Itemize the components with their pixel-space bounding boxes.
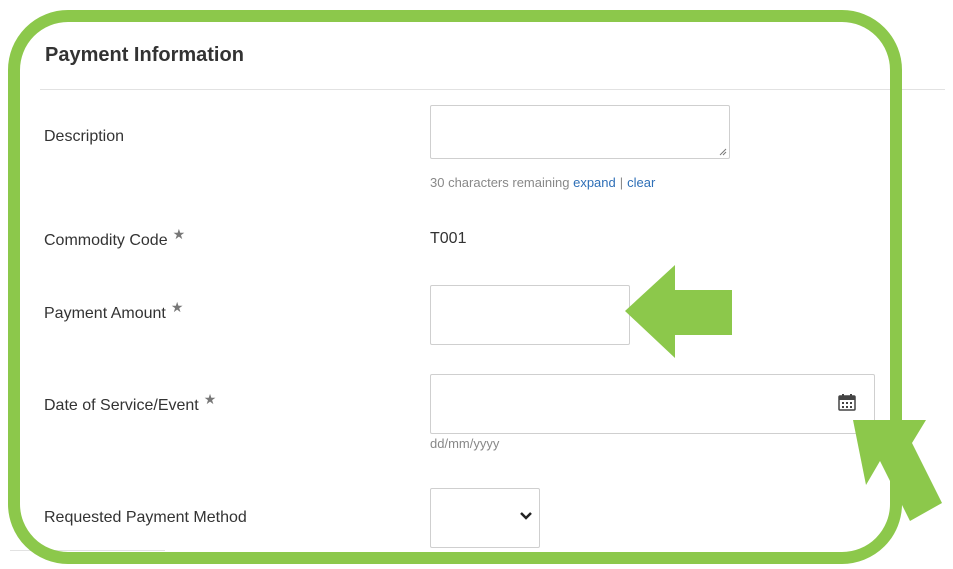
commodity-code-label-text: Commodity Code — [44, 232, 168, 249]
section-title: Payment Information — [45, 44, 244, 66]
arrow-left-icon — [625, 265, 732, 358]
required-star-icon: ★ — [170, 299, 184, 315]
date-format-hint: dd/mm/yyyy — [430, 436, 500, 451]
date-of-service-label: Date of Service/Event ★ — [44, 391, 216, 415]
description-label: Description — [44, 128, 125, 145]
arrow-up-left-icon — [853, 420, 942, 521]
commodity-code-label: Commodity Code ★ — [44, 226, 185, 250]
chevron-down-icon — [520, 512, 532, 520]
payment-amount-label: Payment Amount ★ — [44, 299, 183, 323]
required-star-icon: ★ — [203, 391, 217, 407]
description-helper: 30 characters remaining expand | clear — [430, 175, 655, 190]
required-star-icon: ★ — [172, 226, 186, 242]
payment-method-label: Requested Payment Method — [44, 509, 247, 526]
description-textarea[interactable] — [430, 105, 730, 159]
date-of-service-input[interactable] — [430, 374, 875, 434]
resize-grip-icon[interactable] — [719, 148, 727, 156]
commodity-code-value: T001 — [430, 230, 467, 247]
date-of-service-label-text: Date of Service/Event — [44, 397, 199, 414]
characters-remaining: 30 characters remaining — [430, 175, 570, 190]
payment-amount-label-text: Payment Amount — [44, 305, 166, 322]
payment-amount-input[interactable] — [430, 285, 630, 345]
calendar-icon[interactable] — [838, 393, 856, 411]
divider — [40, 89, 945, 90]
bottom-divider — [10, 550, 165, 551]
clear-link[interactable]: clear — [627, 175, 655, 190]
expand-link[interactable]: expand — [573, 175, 616, 190]
link-separator: | — [619, 175, 624, 190]
